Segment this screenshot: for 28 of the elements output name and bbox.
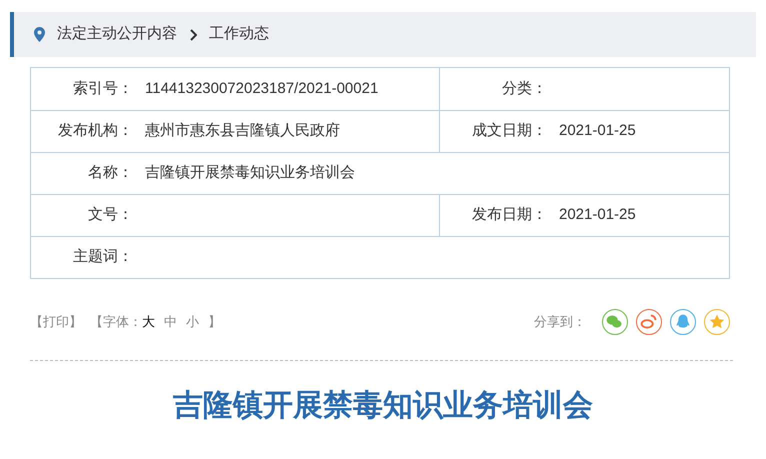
print-link[interactable]: 【打印】 <box>30 312 82 332</box>
field-value: 2021-01-25 <box>558 205 636 226</box>
font-size-option[interactable]: 小 <box>186 312 199 332</box>
share-label: 分享到： <box>534 313 586 332</box>
share-eye-swirl-icon[interactable] <box>636 309 662 335</box>
field-label: 发布机构： <box>57 121 134 142</box>
field-value: 吉隆镇开展禁毒知识业务培训会 <box>144 163 355 184</box>
share-chat-bubbles-icon[interactable] <box>602 309 628 335</box>
font-size-option[interactable]: 大 <box>142 312 155 332</box>
breadcrumb-link[interactable]: 法定主动公开内容 <box>57 23 177 46</box>
font-size-label: 【字体： <box>90 313 142 332</box>
field-value: 2021-01-25 <box>558 121 636 142</box>
location-pin-icon <box>34 27 45 42</box>
field-label: 主题词： <box>72 247 134 268</box>
field-label: 索引号： <box>72 78 134 99</box>
breadcrumb-link[interactable]: 工作动态 <box>209 23 269 46</box>
field-label: 文号： <box>87 205 134 226</box>
field-value: 114413230072023187/2021-00021 <box>144 78 378 99</box>
field-label: 成文日期： <box>471 121 548 142</box>
share-penguin-icon[interactable] <box>670 309 696 335</box>
field-label: 发布日期： <box>471 205 548 226</box>
font-size-option[interactable]: 中 <box>164 312 177 332</box>
bracket-text: 】 <box>208 313 221 332</box>
chevron-right-icon <box>189 28 197 40</box>
article-title: 吉隆镇开展禁毒知识业务培训会 <box>173 388 593 424</box>
field-label: 分类： <box>501 78 548 99</box>
field-label: 名称： <box>87 163 134 184</box>
field-value: 惠州市惠东县吉隆镇人民政府 <box>144 121 340 142</box>
